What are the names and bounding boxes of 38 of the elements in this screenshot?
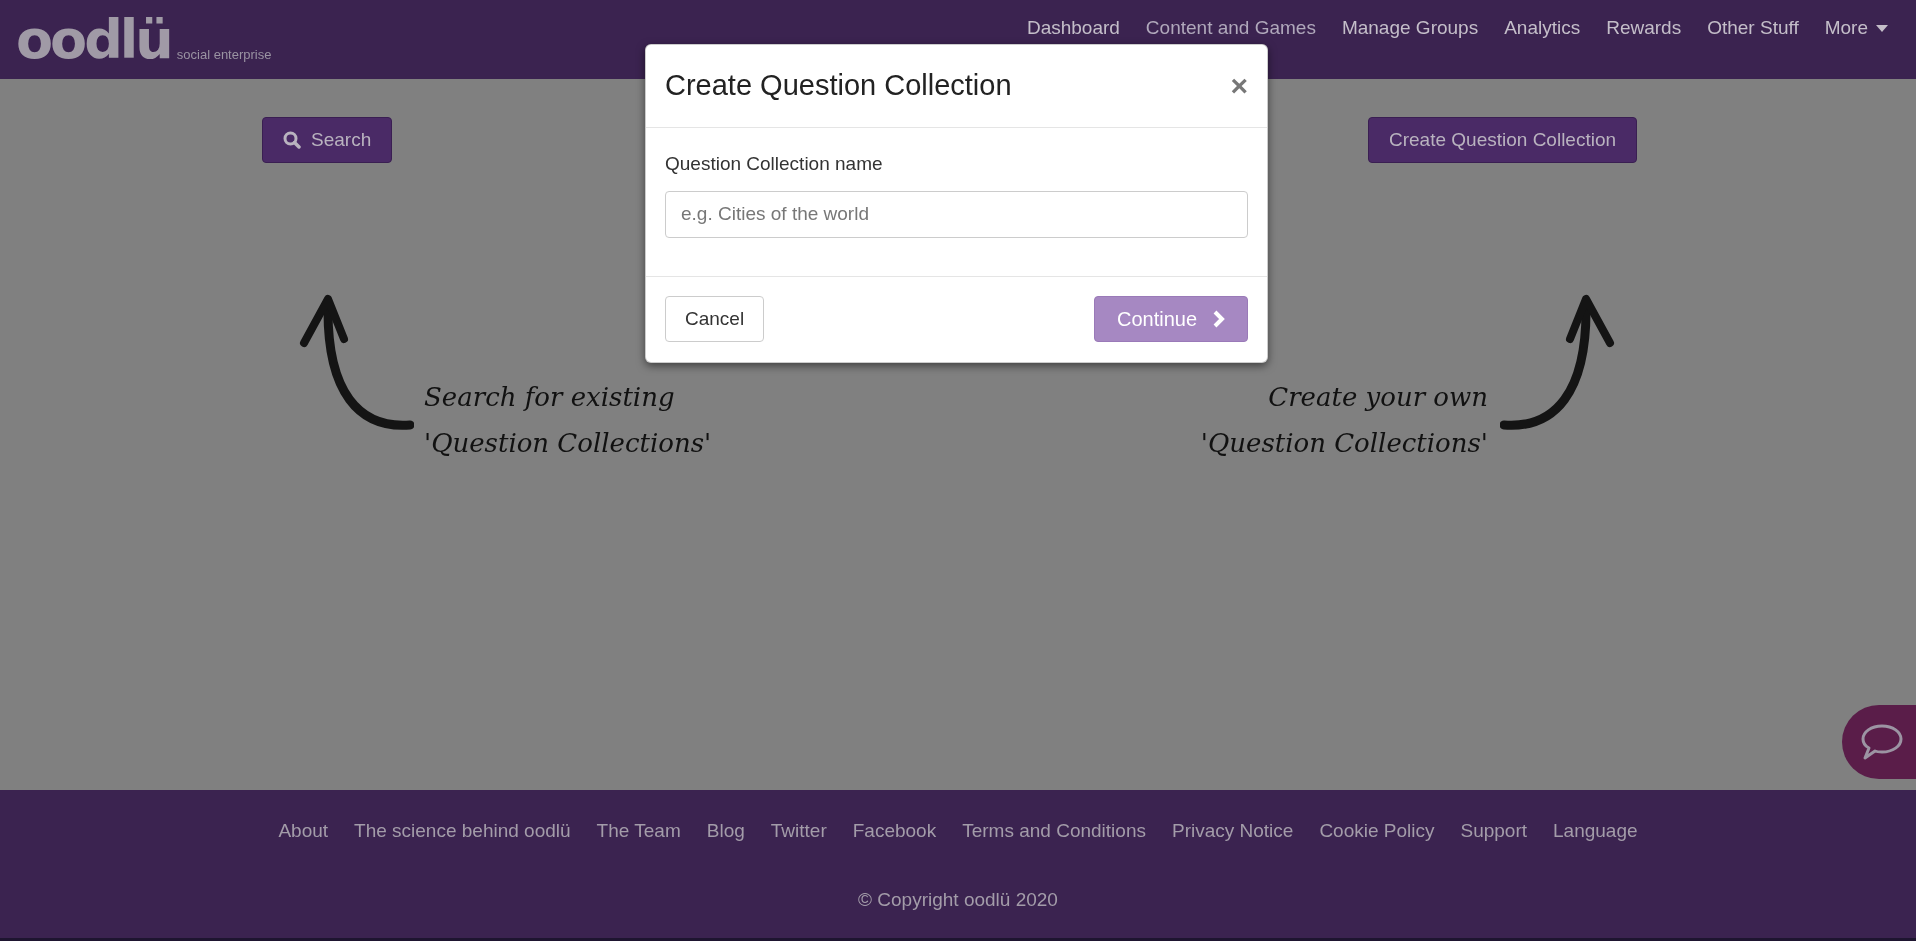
nav-link[interactable]: Other Stuff [1707,14,1799,43]
nav-link[interactable]: Rewards [1606,14,1682,43]
footer-link[interactable]: Support [1460,817,1528,846]
continue-button[interactable]: Continue [1094,296,1248,342]
field-label: Question Collection name [665,152,884,176]
create-collection-button[interactable]: Create Question Collection [1368,117,1638,163]
nav-link[interactable]: Manage Groups [1341,14,1479,43]
footer-link[interactable]: Language [1553,817,1638,846]
logo-tagline: social enterprise [176,46,272,64]
footer-link[interactable]: Privacy Notice [1171,817,1294,846]
hint-text: 'Question Collections' [424,427,712,459]
nav-link[interactable]: Analytics [1504,14,1581,43]
footer-link[interactable]: The Team [596,817,681,846]
footer-link[interactable]: Facebook [852,817,937,846]
chat-button[interactable] [1842,705,1916,779]
close-button[interactable]: × [1230,71,1248,101]
nav-dropdown[interactable]: More [1824,14,1888,43]
nav-link[interactable]: Dashboard [1026,14,1120,43]
speech-bubble-icon [1860,723,1904,761]
cancel-button[interactable]: Cancel [665,296,765,342]
chevron-right-icon [1213,310,1226,328]
nav-link[interactable]: Content and Games [1145,14,1316,43]
footer-link[interactable]: Twitter [770,817,827,846]
hint-text: Create your own [1268,381,1488,413]
logo-wordmark: oodlü [16,12,171,67]
footer-link[interactable]: The science behind oodlü [354,817,571,846]
footer-link[interactable]: Blog [706,817,745,846]
caret-icon [1876,25,1888,32]
search-button[interactable]: Search [262,117,393,163]
search-icon [283,131,301,149]
footer-link[interactable]: Cookie Policy [1319,817,1435,846]
footer-link[interactable]: Terms and Conditions [962,817,1146,846]
modal-title: Create Question Collection [665,68,1012,104]
hint-text: 'Question Collections' [1200,427,1488,459]
copyright-text: © Copyright oodlü 2020 [858,887,1058,912]
footer-link[interactable]: About [278,817,329,846]
collection-name-field[interactable]: e.g. Cities of the world [665,190,1248,238]
hint-text: Search for existing [424,381,676,413]
